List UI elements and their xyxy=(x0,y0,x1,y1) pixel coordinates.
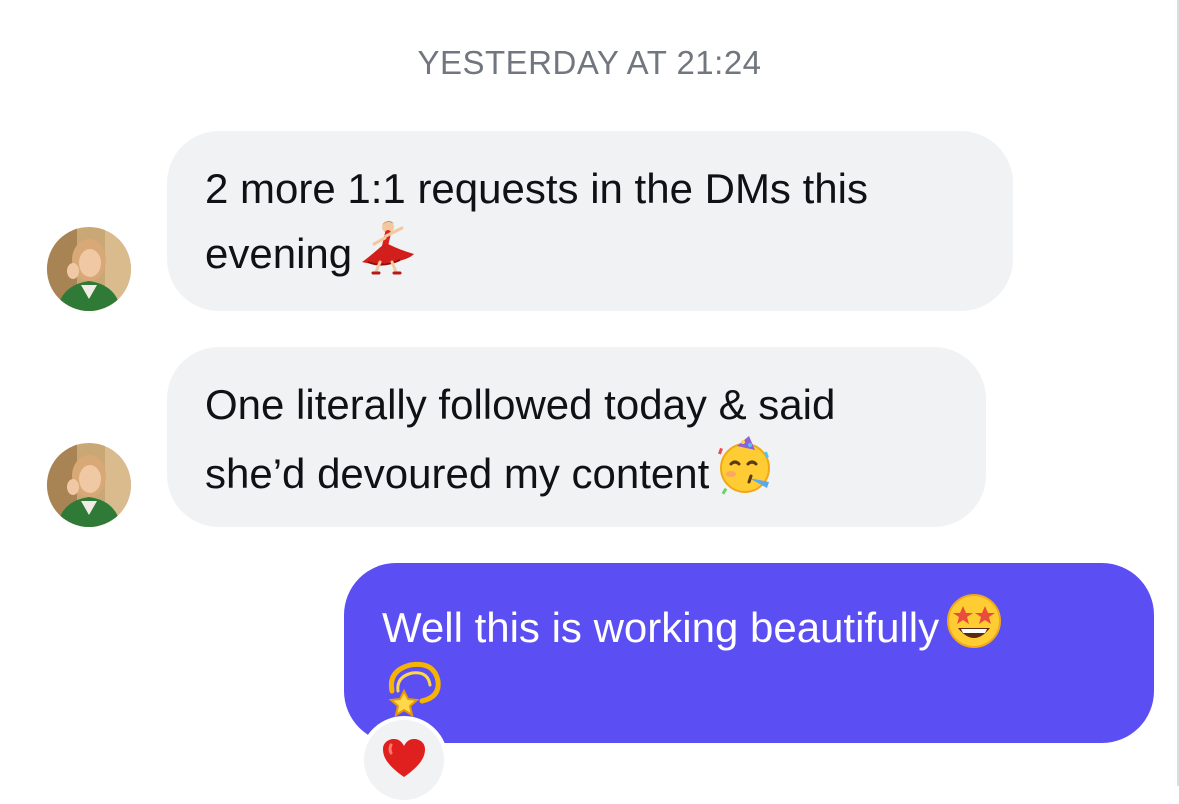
partying-face-emoji-icon xyxy=(715,434,777,496)
red-heart-emoji-icon xyxy=(381,737,427,784)
message-text-line: evening xyxy=(205,218,975,283)
message-text: she’d devoured my content xyxy=(205,450,710,497)
message-text-line: Well this is working beautifully xyxy=(382,592,1116,657)
incoming-message-bubble[interactable]: 2 more 1:1 requests in the DMs this even… xyxy=(167,131,1013,311)
sender-avatar[interactable] xyxy=(47,443,131,527)
star-struck-emoji-icon xyxy=(945,592,1003,650)
message-text: evening xyxy=(205,230,353,277)
message-text-line xyxy=(382,657,1116,726)
message-reaction[interactable] xyxy=(360,716,448,804)
message-text: Well this is working beautifully xyxy=(382,604,940,651)
sender-avatar[interactable] xyxy=(47,227,131,311)
message-text-line: she’d devoured my content xyxy=(205,434,948,503)
message-text-line: One literally followed today & said xyxy=(205,381,836,428)
dizzy-emoji-icon xyxy=(382,657,444,719)
incoming-message-bubble[interactable]: One literally followed today & said she’… xyxy=(167,347,986,527)
dancer-emoji-icon xyxy=(358,218,416,276)
message-text-line: 2 more 1:1 requests in the DMs this xyxy=(205,165,868,212)
outgoing-message-bubble[interactable]: Well this is working beautifully xyxy=(344,563,1154,743)
message-timestamp: YESTERDAY AT 21:24 xyxy=(417,44,762,81)
